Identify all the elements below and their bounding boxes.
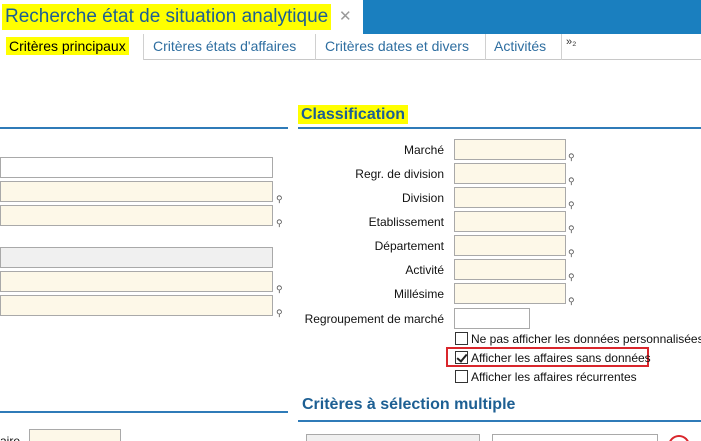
left-field-2[interactable] xyxy=(0,181,273,202)
division-label: Division xyxy=(401,191,444,205)
tab-label: Critères dates et divers xyxy=(325,38,469,54)
tab-label: Activités xyxy=(494,38,547,54)
lookup-icon[interactable]: ⚲ xyxy=(568,200,575,211)
left-field-1[interactable] xyxy=(0,157,273,178)
lookup-icon[interactable]: ⚲ xyxy=(276,308,283,319)
left-partial-label: aire xyxy=(0,434,21,441)
classification-heading: Classification xyxy=(298,105,409,124)
lookup-icon[interactable]: ⚲ xyxy=(568,224,575,235)
checkbox-label: Afficher les affaires récurrentes xyxy=(471,370,637,384)
departement-label: Département xyxy=(374,239,444,253)
tab-criteres-etats-affaires[interactable]: Critères états d'affaires xyxy=(144,34,316,60)
regroupement-marche-input[interactable] xyxy=(454,308,530,329)
checkbox-box[interactable] xyxy=(455,370,468,383)
marche-label: Marché xyxy=(403,143,444,157)
left-bottom-divider xyxy=(0,411,288,413)
checkbox-show-empty-affairs[interactable]: Afficher les affaires sans données xyxy=(455,351,651,365)
left-field-6[interactable] xyxy=(0,295,273,316)
tab-strip: Critères principaux Critères états d'aff… xyxy=(0,34,701,60)
left-field-4[interactable] xyxy=(0,247,273,268)
left-field-3[interactable] xyxy=(0,205,273,226)
regr-division-label: Regr. de division xyxy=(355,167,444,181)
checkbox-box[interactable] xyxy=(455,332,468,345)
lookup-icon[interactable]: ⚲ xyxy=(568,152,575,163)
left-section-divider xyxy=(0,127,288,129)
tab-activites[interactable]: Activités xyxy=(486,34,562,60)
tab-label: Critères états d'affaires xyxy=(153,38,297,54)
checkbox-no-personal-data[interactable]: Ne pas afficher les données personnalisé… xyxy=(455,332,701,346)
etablissement-input[interactable] xyxy=(454,211,566,232)
lookup-icon[interactable]: ⚲ xyxy=(568,176,575,187)
multi-selection-list-right[interactable] xyxy=(492,434,658,441)
multi-selection-list-left[interactable] xyxy=(306,434,480,441)
close-icon[interactable]: ✕ xyxy=(339,7,352,27)
classification-divider xyxy=(298,127,701,129)
activite-input[interactable] xyxy=(454,259,566,280)
regroupement-marche-label: Regroupement de marché xyxy=(304,312,444,326)
lookup-icon[interactable]: ⚲ xyxy=(568,272,575,283)
checkbox-label: Ne pas afficher les données personnalisé… xyxy=(471,332,701,346)
tab-criteres-principaux[interactable]: Critères principaux xyxy=(0,34,144,60)
division-input[interactable] xyxy=(454,187,566,208)
etablissement-label: Etablissement xyxy=(368,215,444,229)
millesime-input[interactable] xyxy=(454,283,566,304)
app-window: Recherche état de situation analytique ✕… xyxy=(0,0,701,441)
lookup-icon[interactable]: ⚲ xyxy=(568,296,575,307)
left-bottom-field[interactable] xyxy=(29,429,121,441)
remove-icon[interactable] xyxy=(668,435,690,441)
checkbox-box[interactable] xyxy=(455,351,468,364)
window-title: Recherche état de situation analytique xyxy=(2,4,332,30)
checkbox-label: Afficher les affaires sans données xyxy=(471,351,651,365)
lookup-icon[interactable]: ⚲ xyxy=(276,218,283,229)
checkbox-recurring-affairs[interactable]: Afficher les affaires récurrentes xyxy=(455,370,637,384)
lookup-icon[interactable]: ⚲ xyxy=(568,248,575,259)
multi-selection-heading: Critères à sélection multiple xyxy=(302,396,516,413)
tab-label: Critères principaux xyxy=(6,37,129,55)
millesime-label: Millésime xyxy=(393,287,444,301)
tab-overflow-chevron-icon[interactable]: »₂ xyxy=(566,36,576,48)
departement-input[interactable] xyxy=(454,235,566,256)
lookup-icon[interactable]: ⚲ xyxy=(276,284,283,295)
title-bar: Recherche état de situation analytique ✕ xyxy=(0,0,701,34)
main-content: ⚲ ⚲ ⚲ ⚲ aire Classification Marché ⚲ Reg… xyxy=(0,60,701,441)
multi-selection-divider xyxy=(298,420,701,422)
left-field-5[interactable] xyxy=(0,271,273,292)
activite-label: Activité xyxy=(405,263,444,277)
regr-division-input[interactable] xyxy=(454,163,566,184)
lookup-icon[interactable]: ⚲ xyxy=(276,194,283,205)
window-tab[interactable]: Recherche état de situation analytique ✕ xyxy=(0,0,363,34)
tab-criteres-dates-divers[interactable]: Critères dates et divers xyxy=(316,34,486,60)
marche-input[interactable] xyxy=(454,139,566,160)
